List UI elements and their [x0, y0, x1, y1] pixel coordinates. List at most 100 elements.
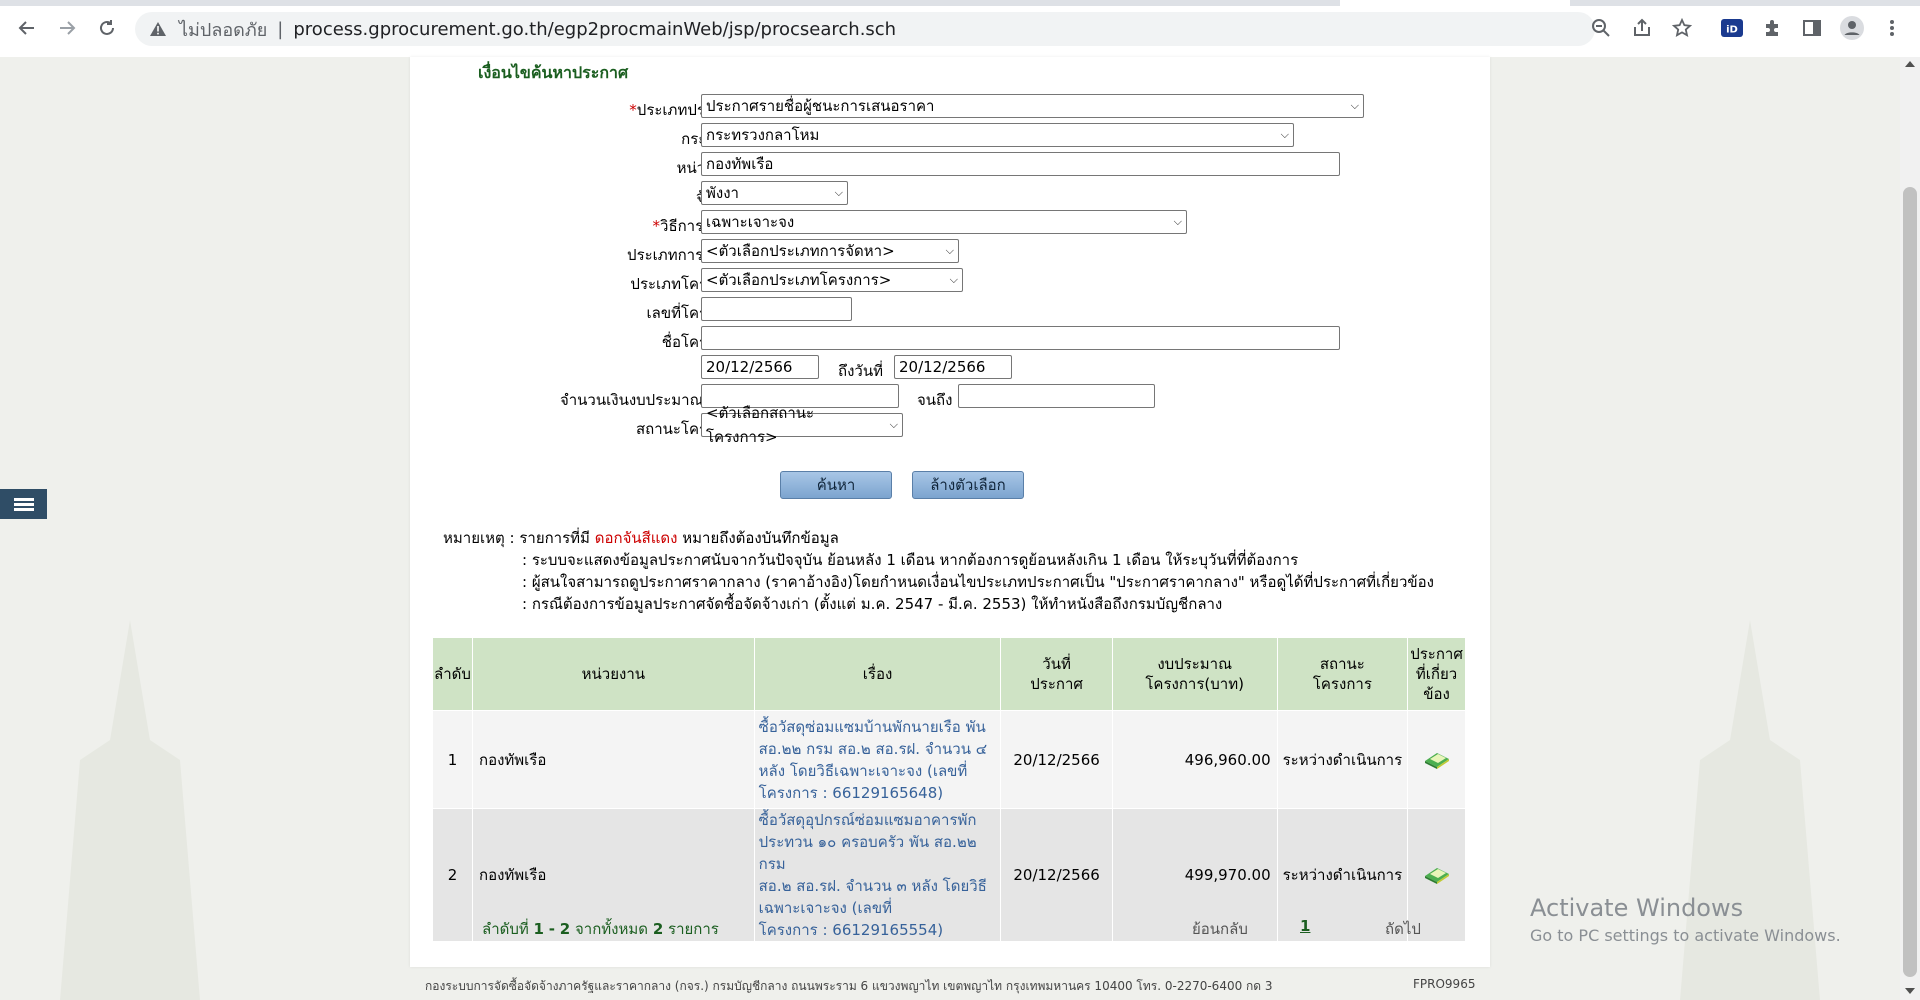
row-docs-cell	[1407, 710, 1466, 809]
chevron-down-icon: ⌵	[1173, 215, 1182, 228]
pager-prev-link[interactable]: ย้อนกลับ	[1192, 917, 1248, 941]
hamburger-icon	[13, 496, 34, 513]
date-from-input[interactable]: 20/12/2566	[701, 355, 819, 379]
url-text[interactable]: process.gprocurement.go.th/egp2procmainW…	[293, 19, 896, 40]
pager-next-link[interactable]: ถัดไป	[1385, 917, 1421, 941]
agency-input[interactable]: กองทัพเรือ	[701, 152, 1340, 176]
project-type-select[interactable]: <ตัวเลือกประเภทโครงการ> ⌵	[701, 268, 963, 292]
row-index: 1	[432, 710, 473, 809]
header-status: สถานะ โครงการ	[1276, 637, 1409, 711]
budget-to-input[interactable]	[958, 384, 1155, 408]
id-extension-icon[interactable]: iD	[1720, 16, 1744, 40]
search-panel: เงื่อนไขค้นหาประกาศ *ประเภทประกาศ ประกาศ…	[410, 57, 1490, 967]
chevron-down-icon: ⌵	[949, 273, 958, 286]
chevron-down-icon: ⌵	[1350, 99, 1359, 112]
bookmark-star-icon[interactable]	[1670, 16, 1694, 40]
chevron-down-icon: ⌵	[889, 418, 898, 431]
security-label[interactable]: ไม่ปลอดภัย	[179, 15, 267, 44]
table-header-row: ลำดับ หน่วยงาน เรื่อง วันที่ ประกาศ งบประ…	[432, 637, 1466, 711]
announce-type-value: ประกาศรายชื่อผู้ชนะการเสนอราคา	[706, 97, 935, 115]
row-date: วันที่ 20/12/2566 ถึงวันที่ 20/12/2566	[410, 355, 1490, 381]
project-no-input[interactable]	[701, 297, 852, 321]
row-procurement-type: ประเภทการจัดหา <ตัวเลือกประเภทการจัดหา> ⌵	[410, 239, 1490, 265]
footer-text: กองระบบการจัดซื้อจัดจ้างภาครัฐและราคากลา…	[425, 979, 1273, 993]
ministry-select[interactable]: กระทรวงกลาโหม ⌵	[701, 123, 1294, 147]
province-select[interactable]: พังงา ⌵	[701, 181, 848, 205]
header-date: วันที่ ประกาศ	[1000, 637, 1113, 711]
row-status: ระหว่างดำเนินการ	[1276, 710, 1409, 809]
procurement-type-value: <ตัวเลือกประเภทการจัดหา>	[706, 242, 895, 260]
chevron-down-icon: ⌵	[834, 186, 843, 199]
header-budget: งบประมาณ โครงการ(บาท)	[1111, 637, 1278, 711]
section-title: เงื่อนไขค้นหาประกาศ	[478, 63, 629, 82]
row-ministry: กระทรวง กระทรวงกลาโหม⌵	[410, 123, 1490, 149]
active-tab[interactable]	[1340, 0, 1570, 6]
side-panel-icon[interactable]	[1800, 16, 1824, 40]
forward-icon[interactable]	[53, 14, 81, 42]
method-value: เฉพาะเจาะจง	[706, 213, 795, 231]
note-line-2: : ระบบจะแสดงข้อมูลประกาศนับจากวันปัจจุบั…	[522, 551, 1299, 569]
svg-text:iD: iD	[1726, 25, 1738, 36]
note-line-3: : ผู้สนใจสามารถดูประกาศราคากลาง (ราคาอ้า…	[522, 573, 1434, 591]
share-icon[interactable]	[1630, 16, 1654, 40]
reload-icon[interactable]	[93, 14, 121, 42]
row-date: 20/12/2566	[1000, 808, 1113, 942]
budget-to-label: จนถึง	[917, 391, 953, 409]
side-menu-toggle[interactable]	[0, 489, 47, 519]
related-docs-icon[interactable]	[1424, 865, 1450, 885]
results-table: ลำดับ หน่วยงาน เรื่อง วันที่ ประกาศ งบประ…	[432, 637, 1466, 942]
browser-toolbar: ไม่ปลอดภัย | process.gprocurement.go.th/…	[0, 0, 1920, 58]
date-to-value: 20/12/2566	[899, 358, 986, 376]
tab-strip	[0, 0, 1920, 6]
back-icon[interactable]	[13, 14, 41, 42]
row-index: 2	[432, 808, 473, 942]
scroll-up-arrow[interactable]	[1905, 61, 1915, 67]
header-related-docs: ประกาศ ที่เกี่ยว ข้อง	[1407, 637, 1466, 711]
row-agency: กองทัพเรือ	[471, 710, 755, 809]
url-separator: |	[277, 18, 284, 40]
row-project-no: เลขที่โครงการ	[410, 297, 1490, 323]
header-index: ลำดับ	[432, 637, 473, 711]
date-to-label: ถึงวันที่	[838, 362, 883, 380]
row-budget: จำนวนเงินงบประมาณตั้งแต่ จนถึง	[410, 384, 1490, 410]
extensions-puzzle-icon[interactable]	[1760, 16, 1784, 40]
procurement-type-select[interactable]: <ตัวเลือกประเภทการจัดหา> ⌵	[701, 239, 959, 263]
announce-type-select[interactable]: ประกาศรายชื่อผู้ชนะการเสนอราคา ⌵	[701, 94, 1364, 118]
row-project-name: ชื่อโครงการ	[410, 326, 1490, 352]
profile-avatar-icon[interactable]	[1840, 16, 1864, 40]
ministry-value: กระทรวงกลาโหม	[706, 126, 820, 144]
related-docs-icon[interactable]	[1424, 750, 1450, 770]
row-status: สถานะโครงการ <ตัวเลือกสถานะโครงการ> ⌵	[410, 404, 1490, 446]
warning-icon[interactable]	[149, 21, 169, 37]
page-scrollbar[interactable]	[1900, 57, 1920, 1000]
status-value: <ตัวเลือกสถานะโครงการ>	[706, 404, 815, 446]
row-announce-type: *ประเภทประกาศ ประกาศรายชื่อผู้ชนะการเสนอ…	[410, 94, 1490, 120]
address-bar[interactable]: ไม่ปลอดภัย | process.gprocurement.go.th/…	[135, 12, 1595, 46]
row-budget: 496,960.00	[1111, 710, 1278, 809]
row-title-link[interactable]: ซื้อวัสดุซ่อมแซมบ้านพักนายเรือ พัน สอ.๒๒ …	[753, 710, 1002, 809]
province-value: พังงา	[706, 184, 739, 202]
method-select[interactable]: เฉพาะเจาะจง ⌵	[701, 210, 1187, 234]
note-highlight: ดอกจันสีแดง	[594, 529, 678, 547]
zoom-icon[interactable]	[1589, 16, 1613, 40]
row-project-type: ประเภทโครงการ <ตัวเลือกประเภทโครงการ> ⌵	[410, 268, 1490, 294]
row-method: *วิธีการจัดหา เฉพาะเจาะจง ⌵	[410, 210, 1490, 236]
note-line-4: : กรณีต้องการข้อมูลประกาศจัดซื้อจัดจ้างเ…	[522, 595, 1223, 613]
browser-menu-icon[interactable]	[1880, 16, 1904, 40]
search-button[interactable]: ค้นหา	[780, 471, 892, 499]
scroll-thumb[interactable]	[1903, 187, 1917, 977]
row-title-link[interactable]: ซื้อวัสดุอุปกรณ์ซ่อมแซมอาคารพัก ประทวน ๑๐…	[753, 808, 1002, 942]
table-row: 1 กองทัพเรือ ซื้อวัสดุซ่อมแซมบ้านพักนายเ…	[432, 710, 1466, 809]
clear-button[interactable]: ล้างตัวเลือก	[912, 471, 1024, 499]
footer-page-code: FPRO9965	[1413, 977, 1476, 991]
row-date: 20/12/2566	[1000, 710, 1113, 809]
date-from-value: 20/12/2566	[706, 358, 793, 376]
chevron-down-icon: ⌵	[945, 244, 954, 257]
status-select[interactable]: <ตัวเลือกสถานะโครงการ> ⌵	[701, 404, 903, 446]
pager-page-1[interactable]: 1	[1300, 917, 1310, 935]
watermark-title: Activate Windows	[1530, 894, 1744, 922]
scroll-down-arrow[interactable]	[1905, 988, 1915, 994]
project-name-input[interactable]	[701, 326, 1340, 350]
agency-value: กองทัพเรือ	[706, 155, 774, 173]
date-to-input[interactable]: 20/12/2566	[894, 355, 1012, 379]
